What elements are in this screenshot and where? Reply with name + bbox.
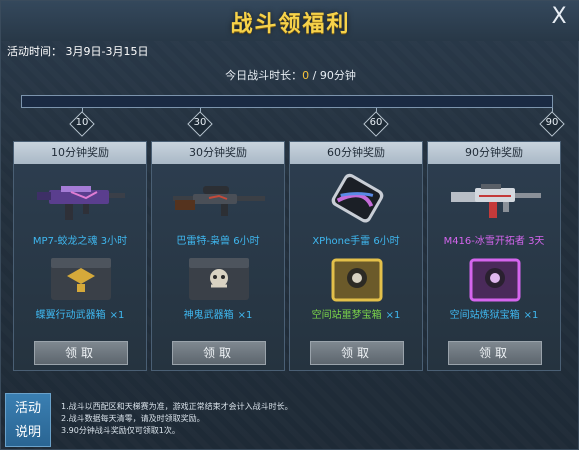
milestone-label: 30 [193,117,207,128]
weapon-crate-icon [51,258,111,300]
battle-time-label: 今日战斗时长：0 / 90分钟 [1,67,579,83]
milestone-90: 90 [539,111,565,137]
battle-time-total: / 90分钟 [309,69,356,82]
milestone-label: 10 [75,117,89,128]
rule-item: 1.战斗以西配区和天梯赛为准，游戏正常结束才会计入战斗时长。 [61,402,293,411]
milestone-label: 60 [369,117,383,128]
page-title: 战斗领福利 [230,12,351,37]
milestone-60: 60 [363,111,389,137]
claim-button-10min[interactable]: 领取 [34,341,128,365]
reward-card-header: 30分钟奖励 [152,142,284,164]
rules-list: 1.战斗以西配区和天梯赛为准，游戏正常结束才会计入战斗时长。 2.战斗数据每天清… [61,401,293,437]
milestone-label: 90 [545,117,559,128]
milestone-30: 30 [187,111,213,137]
reward-box-label: 空间站噩梦宝箱 ×1 [290,306,422,321]
milestone-10: 10 [69,111,95,137]
reward-card-30min: 30分钟奖励 巴雷特-枭兽 6小时 神鬼武器箱 ×1 领取 [151,141,285,371]
reward-card-header: 10分钟奖励 [14,142,146,164]
treasure-chest-icon [469,258,521,302]
rule-item: 3.90分钟战斗奖励仅可领取1次。 [61,426,180,435]
weapon-crate-icon [189,258,249,300]
claim-button-90min[interactable]: 领取 [448,341,542,365]
event-time: 活动时间： 3月9日-3月15日 [7,45,149,58]
reward-box-label: 空间站炼狱宝箱 ×1 [428,306,560,321]
assault-rifle-icon [451,184,541,218]
event-rules-line2: 说明 [14,425,41,440]
battle-time-prefix: 今日战斗时长： [225,69,303,82]
reward-card-60min: 60分钟奖励 XPhone手雷 6小时 空间站噩梦宝箱 ×1 领取 [289,141,423,371]
reward-box-name: 蝶翼行动武器箱 [35,310,106,321]
event-rules-line1: 活动 [14,401,41,416]
reward-box-name: 神鬼武器箱 [183,310,234,321]
treasure-chest-icon [331,258,383,302]
sniper-rifle-icon [173,186,265,216]
event-rules-button[interactable]: 活动 说明 [5,393,51,447]
reward-box-qty: ×1 [523,310,539,321]
reward-card-10min: 10分钟奖励 MP7-蛟龙之魂 3小时 蝶翼行动武器箱 ×1 领取 [13,141,147,371]
reward-item-name: M416-冰雪开拓者 3天 [443,236,545,247]
reward-box-label: 神鬼武器箱 ×1 [152,306,284,321]
rule-item: 2.战斗数据每天清零，请及时领取奖励。 [61,414,205,423]
reward-card-90min: 90分钟奖励 M416-冰雪开拓者 3天 空间站炼狱宝箱 ×1 领取 [427,141,561,371]
smg-weapon-icon [37,186,125,220]
reward-box-name: 空间站噩梦宝箱 [311,310,382,321]
reward-box-qty: ×1 [385,310,401,321]
reward-item-name: 巴雷特-枭兽 6小时 [176,236,260,247]
reward-box-qty: ×1 [237,310,253,321]
reward-item-name: XPhone手雷 6小时 [312,236,400,247]
reward-card-header: 60分钟奖励 [290,142,422,164]
reward-item-name: MP7-蛟龙之魂 3小时 [32,236,128,247]
reward-box-label: 蝶翼行动武器箱 ×1 [14,306,146,321]
event-window: 战斗领福利 X 活动时间： 3月9日-3月15日 今日战斗时长：0 / 90分钟… [0,0,579,450]
reward-box-name: 空间站炼狱宝箱 [449,310,520,321]
claim-button-30min[interactable]: 领取 [172,341,266,365]
battle-progress-bar [21,95,553,108]
close-button[interactable]: X [548,5,570,29]
phone-grenade-icon [331,173,384,223]
reward-card-header: 90分钟奖励 [428,142,560,164]
claim-button-60min[interactable]: 领取 [310,341,404,365]
reward-box-qty: ×1 [109,310,125,321]
